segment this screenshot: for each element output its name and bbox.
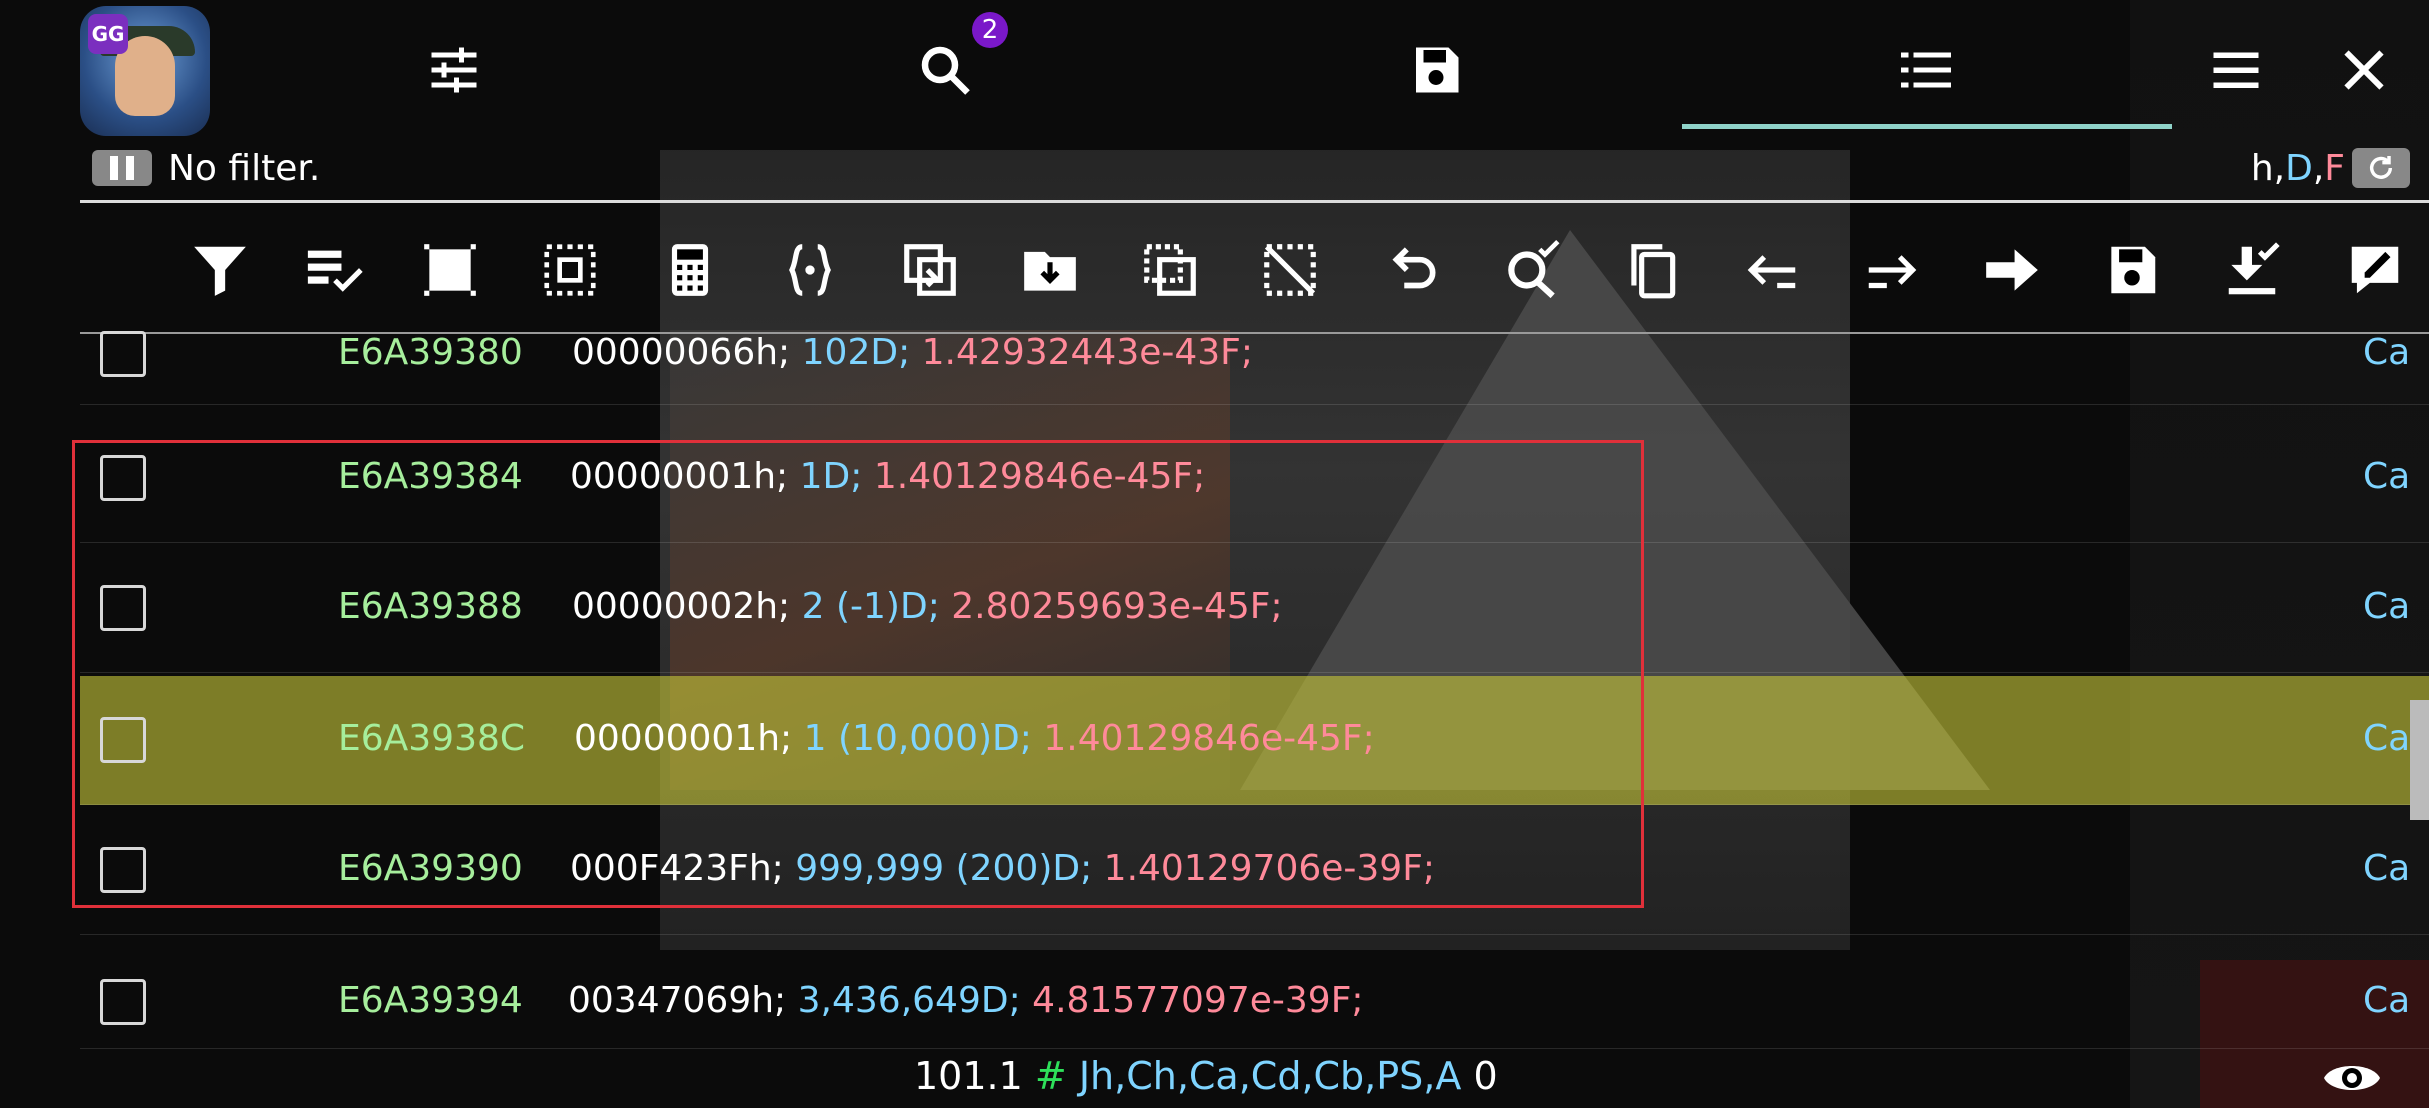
type-separator: ,	[2312, 148, 2325, 189]
value-types[interactable]: h,D,F	[2251, 146, 2345, 192]
row-decimal: 102D;	[801, 332, 911, 373]
selection-highlight-box	[72, 440, 1644, 908]
pause-button[interactable]	[92, 150, 152, 186]
close-icon[interactable]	[2324, 30, 2404, 110]
row-float: 1.42932443e-43F;	[921, 332, 1254, 373]
type-h: h	[2250, 148, 2274, 189]
active-tab-indicator	[1682, 124, 2172, 129]
filter-label[interactable]: No filter.	[168, 146, 320, 192]
row-address: E6A39380	[338, 332, 523, 373]
row-hex: 00000066h;	[572, 332, 791, 373]
app-icon-badge: GG	[88, 14, 128, 54]
row-values: 00000066h; 102D; 1.42932443e-43F;	[572, 332, 1253, 373]
row-region: Ca	[2363, 586, 2411, 627]
row-region: Ca	[2363, 456, 2411, 497]
result-count: 101.1	[914, 1054, 1023, 1098]
status-bar: 101.1 # Jh,Ch,Ca,Cd,Cb,PS,A 0	[0, 1050, 2429, 1108]
status-text: 101.1 # Jh,Ch,Ca,Cd,Cb,PS,A 0	[914, 1054, 1498, 1098]
search-count-badge: 2	[972, 12, 1008, 48]
menu-icon[interactable]	[2196, 30, 2276, 110]
row-decimal: 3,436,649D;	[797, 980, 1021, 1021]
top-bar: GG 2	[0, 0, 2429, 140]
refresh-icon	[2369, 156, 2393, 179]
type-separator: ,	[2273, 148, 2286, 189]
row-checkbox[interactable]	[100, 331, 146, 377]
scrollbar-thumb[interactable]	[2410, 700, 2429, 820]
row-float: 4.81577097e-39F;	[1032, 980, 1364, 1021]
list-item[interactable]: E6A39380 00000066h; 102D; 1.42932443e-43…	[80, 290, 2429, 405]
row-checkbox[interactable]	[100, 979, 146, 1025]
row-hex: 00347069h;	[568, 980, 787, 1021]
row-region: Ca	[2363, 718, 2411, 759]
app-icon[interactable]: GG	[80, 6, 210, 136]
status-zero: 0	[1473, 1054, 1498, 1098]
settings-sliders-icon[interactable]	[414, 30, 494, 110]
list-icon[interactable]	[1886, 30, 1966, 110]
memory-regions: Jh,Ch,Ca,Cd,Cb,PS,A	[1078, 1054, 1462, 1098]
list-item[interactable]: E6A39394 00347069h; 3,436,649D; 4.815770…	[80, 938, 2429, 1049]
row-region: Ca	[2363, 848, 2411, 889]
save-icon[interactable]	[1396, 30, 1476, 110]
refresh-button[interactable]	[2352, 148, 2410, 188]
filter-row: No filter. h,D,F	[80, 146, 2420, 194]
row-values: 00347069h; 3,436,649D; 4.81577097e-39F;	[568, 980, 1364, 1021]
row-region: Ca	[2363, 980, 2411, 1021]
search-icon[interactable]	[905, 30, 985, 110]
type-f: F	[2324, 148, 2345, 189]
row-address: E6A39394	[338, 980, 523, 1021]
eye-icon[interactable]	[2322, 1056, 2382, 1100]
type-d: D	[2285, 148, 2313, 189]
divider	[80, 200, 2429, 203]
row-region: Ca	[2363, 332, 2411, 373]
hash-symbol: #	[1034, 1054, 1067, 1098]
